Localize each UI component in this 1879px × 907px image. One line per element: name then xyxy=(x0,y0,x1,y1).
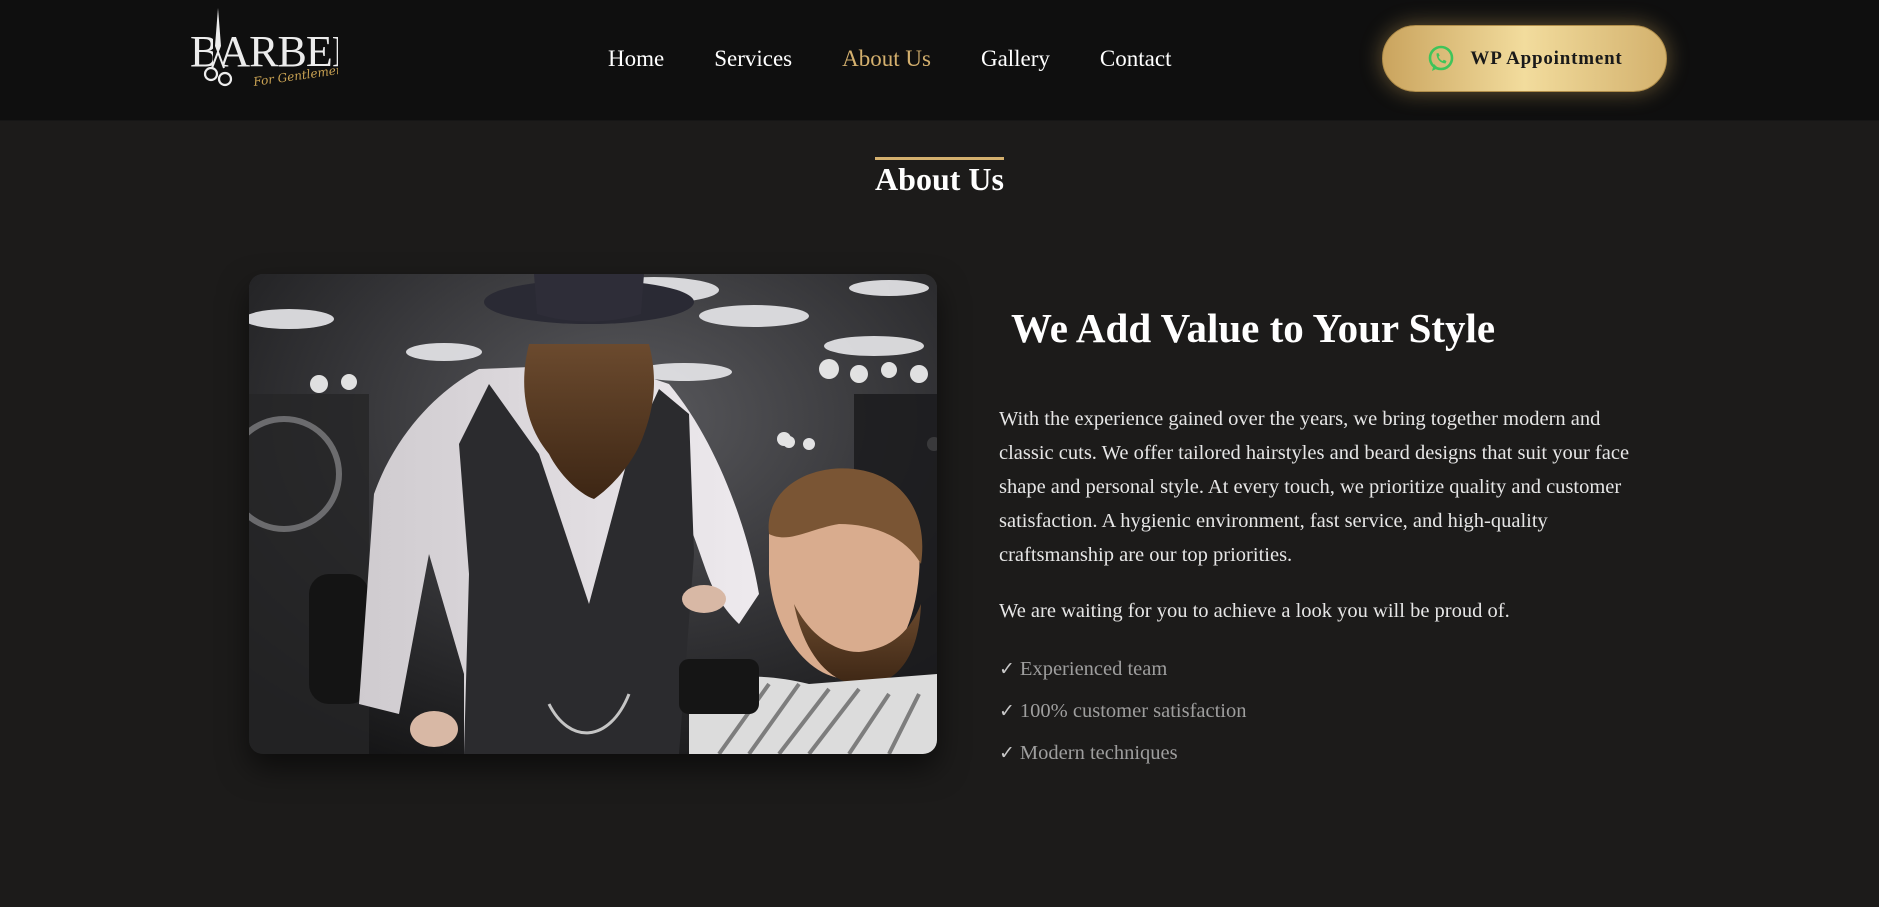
section-title-text: About Us xyxy=(875,161,1004,197)
nav-about-us[interactable]: About Us xyxy=(842,46,931,72)
scissors-logo-icon: BARBER For Gentlemen xyxy=(190,8,363,89)
site-header: BARBER For Gentlemen Home Services About… xyxy=(0,0,1879,121)
about-paragraph-secondary: We are waiting for you to achieve a look… xyxy=(999,600,1510,622)
nav-contact[interactable]: Contact xyxy=(1100,46,1172,72)
main-nav: Home Services About Us Gallery Contact xyxy=(608,42,1171,76)
wp-appointment-label: WP Appointment xyxy=(1470,47,1623,69)
barber-logo[interactable]: BARBER For Gentlemen xyxy=(188,6,363,92)
title-accent-bar xyxy=(875,157,1004,160)
feature-text: 100% customer satisfaction xyxy=(1019,700,1247,722)
check-icon: ✓ xyxy=(999,658,1015,680)
about-headline: We Add Value to Your Style xyxy=(1011,305,1496,351)
whatsapp-icon xyxy=(1426,44,1456,74)
feature-text: Experienced team xyxy=(1019,658,1168,680)
feature-list: ✓ Experienced team ✓ 100% customer satis… xyxy=(999,652,1247,778)
nav-home[interactable]: Home xyxy=(608,46,664,72)
feature-item: ✓ Experienced team xyxy=(999,652,1247,694)
about-paragraph: With the experience gained over the year… xyxy=(999,408,1630,566)
nav-services[interactable]: Services xyxy=(714,46,792,72)
feature-item: ✓ 100% customer satisfaction xyxy=(999,694,1247,736)
check-icon: ✓ xyxy=(999,700,1015,722)
feature-text: Modern techniques xyxy=(1019,742,1178,764)
barber-photo xyxy=(249,274,937,754)
section-title-wrap: About Us xyxy=(0,157,1879,198)
check-icon: ✓ xyxy=(999,742,1015,764)
nav-gallery[interactable]: Gallery xyxy=(981,46,1050,72)
section-title: About Us xyxy=(875,157,1004,198)
feature-item: ✓ Modern techniques xyxy=(999,736,1247,778)
wp-appointment-button[interactable]: WP Appointment xyxy=(1382,25,1667,92)
